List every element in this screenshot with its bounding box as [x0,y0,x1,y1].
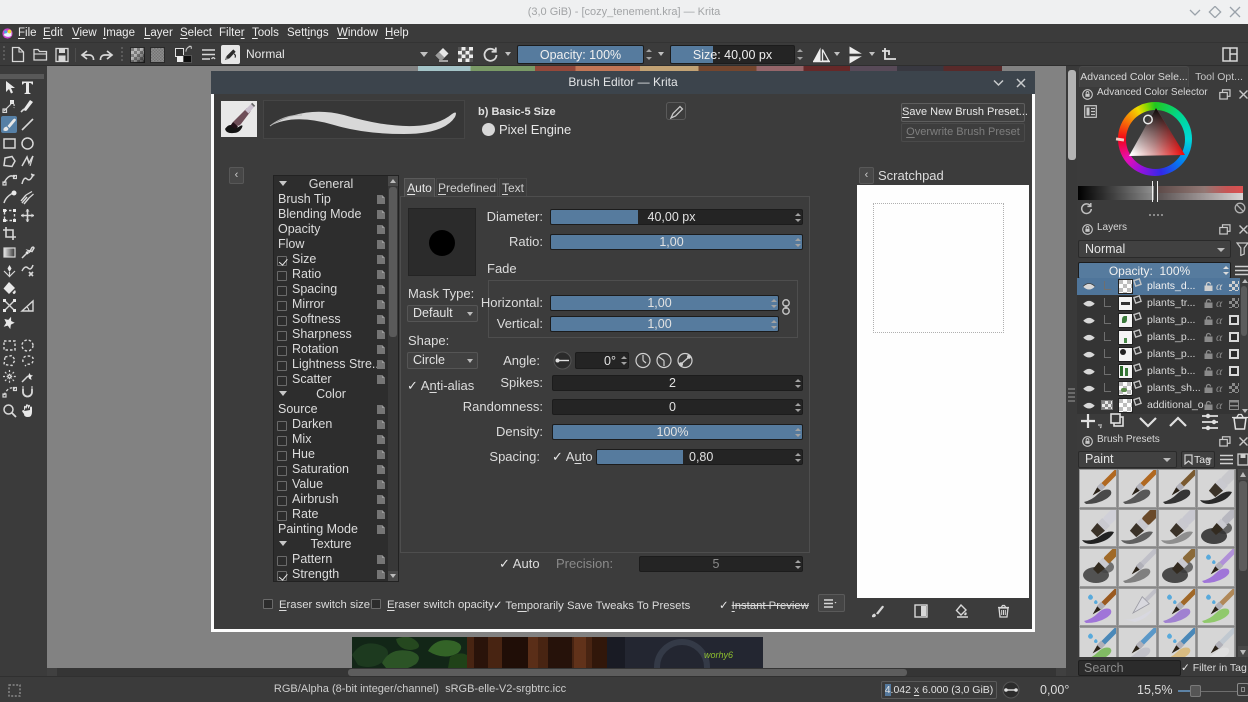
svg-text:worhy6: worhy6 [704,650,733,660]
